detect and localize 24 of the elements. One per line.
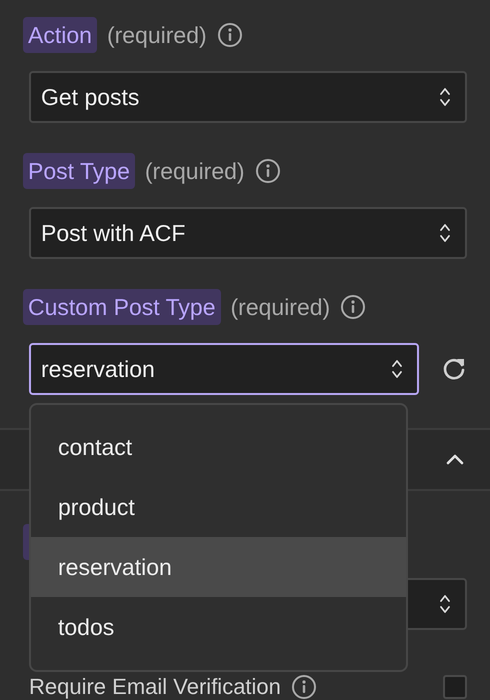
dropdown-option[interactable]: contact bbox=[31, 417, 406, 477]
required-note: (required) bbox=[144, 158, 245, 184]
field-label: Custom Post Type bbox=[23, 289, 220, 325]
required-note: (required) bbox=[106, 22, 207, 48]
field-label: Action bbox=[23, 17, 97, 53]
required-note: (required) bbox=[230, 294, 330, 320]
select-field[interactable]: Post with ACF bbox=[29, 207, 467, 259]
dropdown-option[interactable]: todos bbox=[31, 597, 406, 657]
updown-arrows-icon bbox=[391, 358, 403, 380]
checkbox[interactable] bbox=[443, 675, 467, 699]
dropdown-option[interactable]: product bbox=[31, 477, 406, 537]
select-field[interactable]: Get posts bbox=[29, 71, 467, 123]
updown-arrows-icon bbox=[439, 593, 451, 615]
updown-arrows-icon bbox=[439, 86, 451, 108]
refresh-icon[interactable] bbox=[441, 356, 467, 382]
dropdown-option[interactable]: reservation bbox=[31, 537, 406, 597]
field-label: Require Email Verification bbox=[29, 675, 281, 699]
info-icon[interactable] bbox=[290, 674, 317, 700]
info-icon[interactable] bbox=[216, 22, 243, 48]
field-label: Post Type bbox=[23, 153, 135, 189]
updown-arrows-icon bbox=[439, 222, 451, 244]
info-icon[interactable] bbox=[254, 158, 281, 184]
select-field[interactable]: reservation bbox=[29, 343, 419, 395]
info-icon[interactable] bbox=[340, 294, 366, 320]
